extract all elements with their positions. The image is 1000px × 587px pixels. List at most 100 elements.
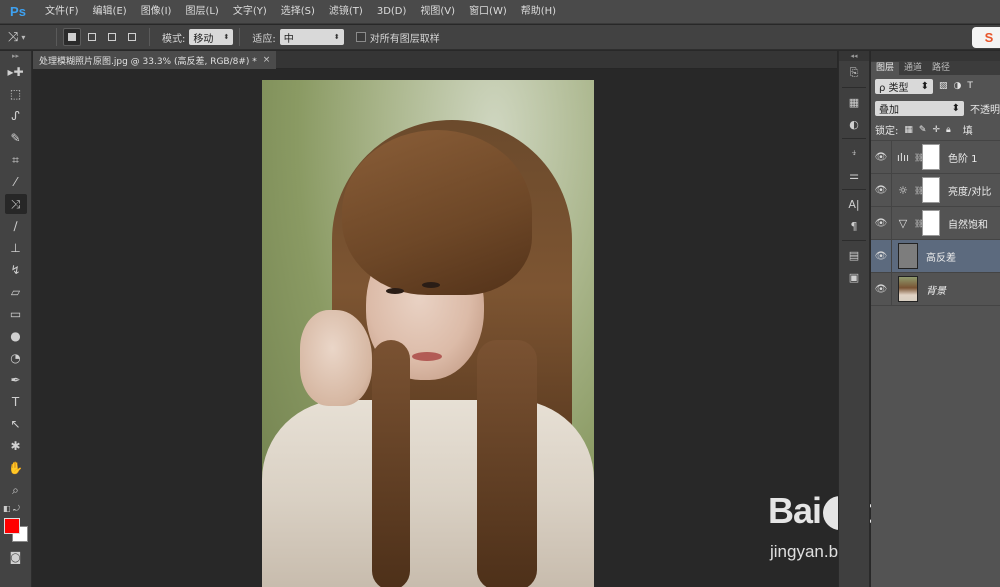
lock-image-icon[interactable]: ✎ bbox=[919, 125, 927, 135]
quick-mask-icon[interactable]: ◙ bbox=[5, 547, 27, 567]
menu-item[interactable]: 选择(S) bbox=[274, 0, 322, 24]
content-aware-move-tool-icon[interactable]: ⤨ bbox=[4, 194, 27, 214]
layer-mask-thumbnail[interactable] bbox=[922, 177, 940, 203]
quick-select-tool-icon[interactable]: ✎ bbox=[5, 128, 27, 148]
properties-panel-icon[interactable]: ▤ bbox=[843, 245, 865, 265]
character-panel-icon[interactable]: A| bbox=[843, 194, 865, 214]
menu-item[interactable]: 文字(Y) bbox=[226, 0, 274, 24]
menu-item[interactable]: 滤镜(T) bbox=[322, 0, 370, 24]
layer-row[interactable]: 👁︎ ☼ ⛓︎ 亮度/对比 bbox=[871, 174, 1000, 207]
divider bbox=[842, 189, 866, 190]
panel-tab[interactable]: 图层 bbox=[871, 62, 900, 75]
menu-item[interactable]: 文件(F) bbox=[38, 0, 86, 24]
stamp-tool-icon[interactable]: ⊥ bbox=[5, 238, 27, 258]
foreground-color-swatch[interactable] bbox=[4, 518, 20, 534]
layer-row[interactable]: 👁︎ 高反差 bbox=[871, 240, 1000, 273]
visibility-eye-icon[interactable]: 👁︎ bbox=[871, 251, 891, 262]
lock-position-icon[interactable]: ✛ bbox=[932, 125, 940, 135]
hand-tool-icon[interactable]: ✋ bbox=[5, 458, 27, 478]
panel-tab[interactable]: 通道 bbox=[899, 62, 927, 75]
color-panel-icon[interactable]: ◐ bbox=[843, 114, 865, 134]
link-chain-icon: ⛓︎ bbox=[914, 185, 925, 195]
adapt-dropdown[interactable]: 中 ⬍ bbox=[279, 29, 344, 45]
dock-collapse-icon[interactable]: ◂◂ bbox=[839, 51, 869, 61]
baidu-logo-bai: Bai bbox=[768, 490, 822, 531]
type-tool-icon[interactable]: T bbox=[5, 392, 27, 412]
layer-row[interactable]: 👁︎ ılıı ⛓︎ 色阶 1 bbox=[871, 141, 1000, 174]
brightness-icon: ☼ bbox=[898, 183, 908, 197]
layer-mask-thumbnail[interactable] bbox=[922, 144, 940, 170]
zoom-tool-icon[interactable]: ⌕ bbox=[5, 480, 27, 500]
photo-lips bbox=[412, 352, 442, 361]
visibility-eye-icon[interactable]: 👁︎ bbox=[871, 185, 891, 196]
shape-tool-icon[interactable]: ✱ bbox=[5, 436, 27, 456]
layer-row[interactable]: 👁︎ ▽ ⛓︎ 自然饱和 bbox=[871, 207, 1000, 240]
intersect-selection-button[interactable] bbox=[123, 28, 141, 46]
dodge-tool-icon[interactable]: ◔ bbox=[5, 348, 27, 368]
menu-item[interactable]: 窗口(W) bbox=[462, 0, 514, 24]
close-icon[interactable]: × bbox=[263, 55, 271, 65]
add-selection-button[interactable] bbox=[83, 28, 101, 46]
menu-item[interactable]: 3D(D) bbox=[370, 0, 414, 24]
marquee-tool-icon[interactable]: ⬚ bbox=[5, 84, 27, 104]
default-colors-icon[interactable]: ◧ ⤾ bbox=[3, 504, 20, 514]
panel-collapse-icon[interactable]: ▸▸ bbox=[0, 51, 31, 61]
subtract-selection-button[interactable] bbox=[103, 28, 121, 46]
menu-item[interactable]: 编辑(E) bbox=[86, 0, 134, 24]
pen-tool-icon[interactable]: ✒ bbox=[5, 370, 27, 390]
layer-mask-thumbnail[interactable] bbox=[922, 210, 940, 236]
gradient-tool-icon[interactable]: ▭ bbox=[5, 304, 27, 324]
visibility-eye-icon[interactable]: 👁︎ bbox=[871, 152, 891, 163]
divider bbox=[842, 240, 866, 241]
path-select-tool-icon[interactable]: ↖ bbox=[5, 414, 27, 434]
dropdown-arrow-icon: ⬍ bbox=[223, 33, 230, 41]
blend-mode-dropdown[interactable]: 叠加 ⬍ bbox=[875, 100, 964, 116]
brush-tool-icon[interactable]: ∕ bbox=[5, 216, 27, 236]
lock-all-icon[interactable]: 🔒︎ bbox=[946, 125, 951, 135]
divider bbox=[842, 138, 866, 139]
swatches-panel-icon[interactable]: ▦ bbox=[843, 92, 865, 112]
layer-filter-dropdown[interactable]: ρ 类型 ⬍ bbox=[875, 78, 933, 94]
history-brush-tool-icon[interactable]: ↯ bbox=[5, 260, 27, 280]
sogou-ime-button[interactable]: S bbox=[972, 27, 1000, 48]
notes-panel-icon[interactable]: ▣ bbox=[843, 267, 865, 287]
document-photo[interactable] bbox=[262, 80, 594, 587]
photo-hair-strand bbox=[477, 340, 537, 587]
menu-item[interactable]: 图像(I) bbox=[134, 0, 179, 24]
document-tab[interactable]: 处理模糊照片原图.jpg @ 33.3% (高反差, RGB/8#) * × bbox=[33, 51, 277, 69]
divider bbox=[842, 87, 866, 88]
adjustments-panel-icon[interactable]: ⚌ bbox=[843, 165, 865, 185]
eyedropper-tool-icon[interactable]: ⁄ bbox=[5, 172, 27, 192]
canvas-area[interactable] bbox=[33, 69, 837, 587]
layer-thumbnail[interactable] bbox=[898, 243, 918, 269]
crop-tool-icon[interactable]: ⌗ bbox=[5, 150, 27, 170]
sample-all-layers-checkbox[interactable] bbox=[355, 32, 366, 42]
blend-mode-row: 叠加 ⬍ 不透明 bbox=[871, 97, 1000, 119]
filter-pixel-icon[interactable]: ▨ bbox=[939, 81, 948, 91]
brush-panel-icon[interactable]: ⍖ bbox=[843, 143, 865, 163]
filter-type-icon[interactable]: T bbox=[967, 81, 973, 91]
layer-thumbnail[interactable] bbox=[898, 276, 918, 302]
dropdown-arrow-icon: ⬍ bbox=[951, 102, 960, 114]
menu-item[interactable]: 视图(V) bbox=[413, 0, 462, 24]
eraser-tool-icon[interactable]: ▱ bbox=[5, 282, 27, 302]
filter-adjustment-icon[interactable]: ◑ bbox=[954, 81, 962, 91]
layer-row[interactable]: 👁︎ 背景 bbox=[871, 273, 1000, 306]
menu-item[interactable]: 图层(L) bbox=[178, 0, 225, 24]
mode-dropdown[interactable]: 移动 ⬍ bbox=[189, 29, 234, 45]
new-selection-button[interactable] bbox=[63, 28, 81, 46]
lasso-tool-icon[interactable]: ᔑ bbox=[5, 106, 27, 126]
lock-transparent-icon[interactable]: ▦ bbox=[904, 125, 913, 135]
visibility-eye-icon[interactable]: 👁︎ bbox=[871, 218, 891, 229]
move-tool-icon[interactable]: ▸✚ bbox=[5, 62, 27, 82]
tool-preset-picker[interactable]: ⤨ ▾ bbox=[8, 27, 50, 47]
add-selection-icon bbox=[88, 33, 96, 41]
tool-list: ▸✚ ⬚ ᔑ ✎ ⌗ ⁄ ⤨ ∕ ⊥ ↯ ▱ ▭ ● ◔ ✒ T ↖ ✱ ✋ ⌕ bbox=[0, 62, 31, 500]
paragraph-panel-icon[interactable]: ¶ bbox=[843, 216, 865, 236]
document-title: 处理模糊照片原图.jpg @ 33.3% (高反差, RGB/8#) * bbox=[39, 56, 257, 67]
menu-item[interactable]: 帮助(H) bbox=[514, 0, 563, 24]
blur-tool-icon[interactable]: ● bbox=[5, 326, 27, 346]
visibility-eye-icon[interactable]: 👁︎ bbox=[871, 284, 891, 295]
history-panel-icon[interactable]: ⎘ bbox=[843, 63, 865, 83]
panel-tab[interactable]: 路径 bbox=[927, 62, 955, 75]
